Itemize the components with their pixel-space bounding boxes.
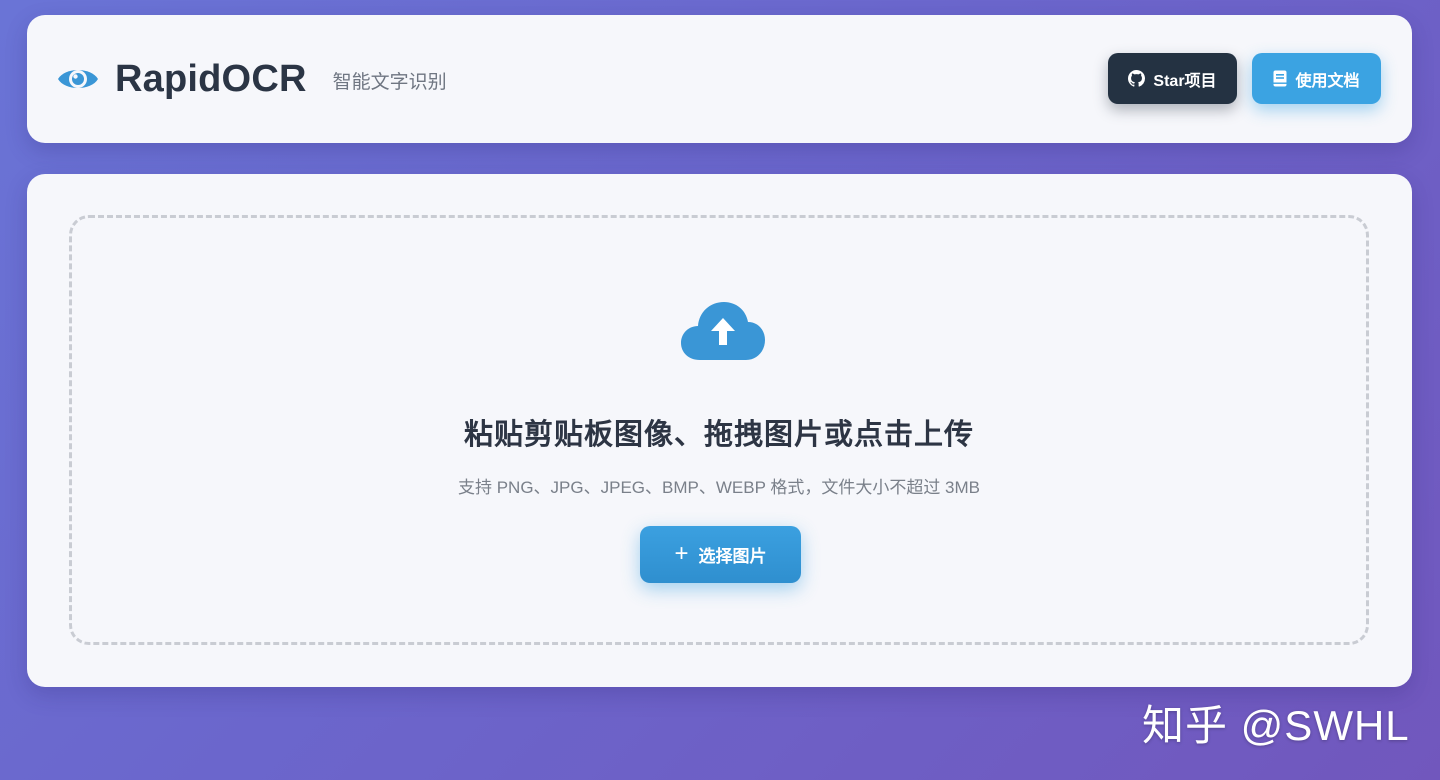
upload-title: 粘贴剪贴板图像、拖拽图片或点击上传 xyxy=(463,419,974,451)
brand-subtitle: 智能文字识别 xyxy=(332,71,447,93)
choose-image-button[interactable]: + 选择图片 xyxy=(640,526,801,583)
github-icon xyxy=(1128,70,1146,87)
eye-icon xyxy=(57,58,99,100)
upload-dropzone[interactable]: 粘贴剪贴板图像、拖拽图片或点击上传 支持 PNG、JPG、JPEG、BMP、WE… xyxy=(69,215,1369,645)
docs-label: 使用文档 xyxy=(1295,72,1360,90)
watermark: 知乎 @SWHL xyxy=(1142,702,1410,749)
brand-name: RapidOCR xyxy=(115,57,307,100)
book-icon xyxy=(1273,70,1287,87)
app-header: RapidOCR 智能文字识别 Star项目 使用文档 xyxy=(27,15,1412,143)
upload-hint: 支持 PNG、JPG、JPEG、BMP、WEBP 格式，文件大小不超过 3MB xyxy=(457,478,981,497)
cloud-upload-icon xyxy=(680,300,766,362)
upload-panel: 粘贴剪贴板图像、拖拽图片或点击上传 支持 PNG、JPG、JPEG、BMP、WE… xyxy=(27,174,1412,687)
star-project-button[interactable]: Star项目 xyxy=(1108,53,1237,104)
docs-button[interactable]: 使用文档 xyxy=(1252,53,1381,104)
brand: RapidOCR 智能文字识别 xyxy=(57,15,447,143)
plus-icon: + xyxy=(674,539,689,567)
star-project-label: Star项目 xyxy=(1153,72,1217,90)
choose-image-label: 选择图片 xyxy=(698,547,767,566)
